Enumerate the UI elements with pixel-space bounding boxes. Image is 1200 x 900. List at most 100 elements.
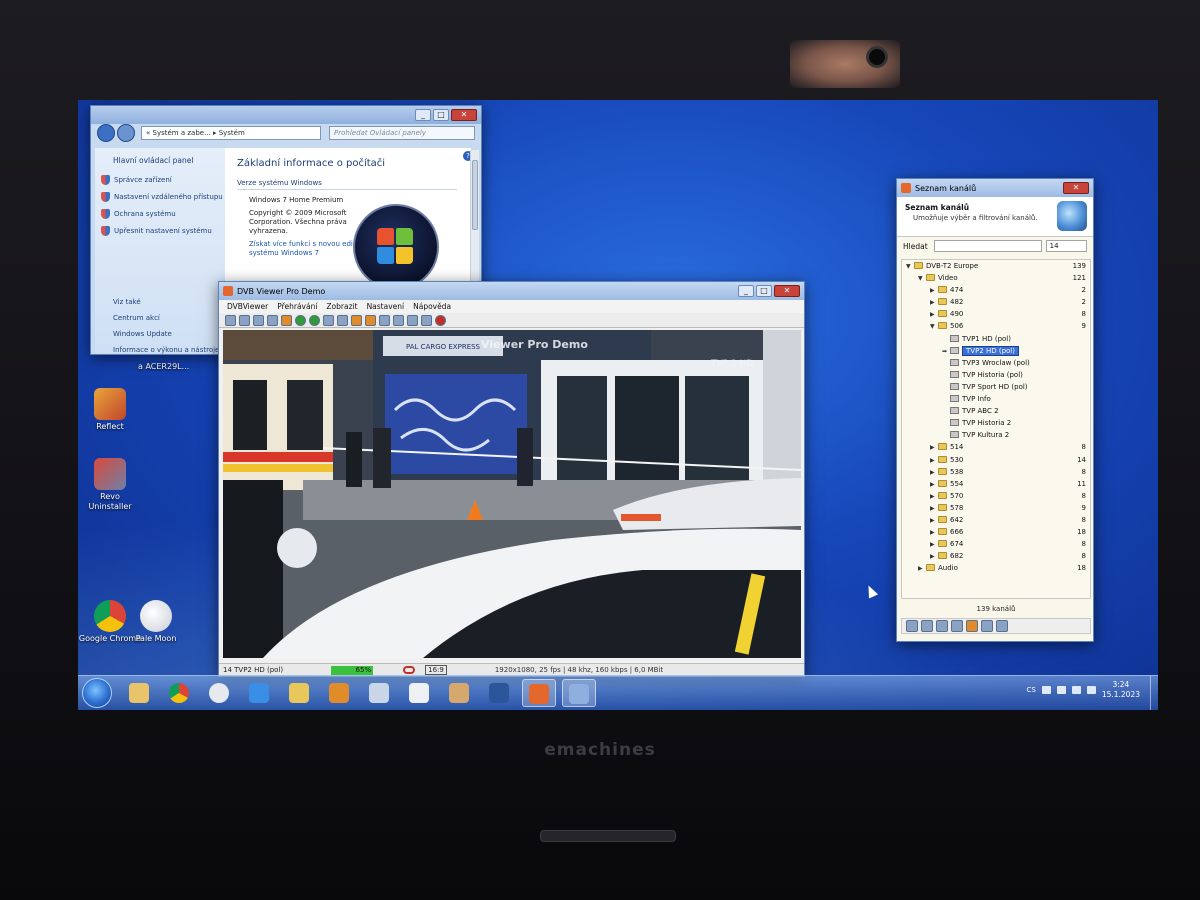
taskbar-item-folder[interactable] xyxy=(282,679,316,707)
start-button[interactable] xyxy=(82,678,112,708)
channel-item[interactable]: TVP3 Wroclaw (pol) xyxy=(902,357,1090,369)
back-icon[interactable] xyxy=(295,314,306,326)
info-icon[interactable] xyxy=(421,314,432,326)
folder-item[interactable]: ▶ 642 8 xyxy=(902,514,1090,526)
menu-settings[interactable]: Nastavení xyxy=(367,302,405,311)
edit-icon[interactable] xyxy=(906,620,918,632)
window-icon[interactable] xyxy=(239,314,250,326)
channel-item[interactable]: TVP ABC 2 xyxy=(902,405,1090,417)
folder-item[interactable]: ▶ 554 11 xyxy=(902,478,1090,490)
channel-item[interactable]: TVP Info xyxy=(902,393,1090,405)
folder-item[interactable]: ▼ 506 9 xyxy=(902,320,1090,332)
folder-item[interactable]: ▼ Video 121 xyxy=(902,272,1090,284)
video-frame[interactable]: PAL CARGO EXPRESS Viewer Pro Demo TVP 2 … xyxy=(223,330,801,658)
language-indicator[interactable]: CS xyxy=(1026,686,1035,694)
refresh-icon[interactable] xyxy=(921,620,933,632)
channel-item[interactable]: ➡ TVP2 HD (pol) xyxy=(902,345,1090,357)
copy-icon[interactable] xyxy=(253,314,264,326)
music-icon[interactable] xyxy=(996,620,1008,632)
desktop-icon-pale-moon[interactable]: Pale Moon xyxy=(124,600,188,644)
add-icon[interactable] xyxy=(951,620,963,632)
folder-item[interactable]: ▶ 578 9 xyxy=(902,502,1090,514)
channel-item[interactable]: TVP Historia 2 xyxy=(902,417,1090,429)
sidebar-item-remote-settings[interactable]: Nastavení vzdáleného přístupu xyxy=(101,192,225,202)
record-icon[interactable] xyxy=(403,666,416,674)
folder-item[interactable]: ▶ 538 8 xyxy=(902,466,1090,478)
address-bar[interactable]: « Systém a zabe... ▸ Systém xyxy=(141,126,321,140)
channel-list-window[interactable]: Seznam kanálů ✕ Seznam kanálů Umožňuje v… xyxy=(896,178,1094,642)
forward-icon[interactable] xyxy=(309,314,320,326)
back-button[interactable] xyxy=(97,124,115,142)
flag-icon[interactable] xyxy=(1056,686,1066,694)
fullscreen-icon[interactable] xyxy=(225,314,236,326)
channel-item[interactable]: TVP Sport HD (pol) xyxy=(902,381,1090,393)
taskbar-item-chrome[interactable] xyxy=(162,679,196,707)
sidebar-item-advanced-settings[interactable]: Upřesnit nastavení systému xyxy=(101,226,225,236)
search-input[interactable]: Prohledat Ovládací panely xyxy=(329,126,475,140)
folder-item[interactable]: ▶ 482 2 xyxy=(902,296,1090,308)
taskbar-item-pale-moon[interactable] xyxy=(202,679,236,707)
folder-item[interactable]: ▶ 682 8 xyxy=(902,550,1090,562)
desktop-icon-reflect[interactable]: Reflect xyxy=(78,388,142,432)
close-button[interactable]: ✕ xyxy=(774,285,800,297)
tv-icon[interactable] xyxy=(981,620,993,632)
channel-item[interactable]: TVP1 HD (pol) xyxy=(902,333,1090,345)
dvb-viewer-window[interactable]: DVB Viewer Pro Demo _ □ ✕ DVBViewer Přeh… xyxy=(218,281,805,677)
taskbar-item-paint[interactable] xyxy=(442,679,476,707)
folder-item[interactable]: ▶ 570 8 xyxy=(902,490,1090,502)
collapsed-arrow-icon[interactable]: ▶ xyxy=(918,563,926,575)
see-also-action-center[interactable]: Centrum akcí xyxy=(113,314,225,322)
snapshot-icon[interactable] xyxy=(407,314,418,326)
clock[interactable]: 3:24 15.1.2023 xyxy=(1102,680,1140,700)
aspect-ratio[interactable]: 16:9 xyxy=(425,665,447,675)
see-also-windows-update[interactable]: Windows Update xyxy=(113,330,225,338)
taskbar-item-word[interactable] xyxy=(482,679,516,707)
minimize-button[interactable]: _ xyxy=(738,285,754,297)
sidebar-item-device-manager[interactable]: Správce zařízení xyxy=(101,175,225,185)
volume-icon[interactable] xyxy=(1086,686,1096,694)
folder-item[interactable]: ▶ 666 18 xyxy=(902,526,1090,538)
channel-list-titlebar[interactable]: Seznam kanálů ✕ xyxy=(897,179,1093,197)
sidebar-item-system-protection[interactable]: Ochrana systému xyxy=(101,209,225,219)
menu-playback[interactable]: Přehrávání xyxy=(277,302,317,311)
sidebar-home-link[interactable]: Hlavní ovládací panel xyxy=(113,156,225,165)
menu-dvbviewer[interactable]: DVBViewer xyxy=(227,302,268,311)
volume-down-icon[interactable] xyxy=(351,314,362,326)
menu-help[interactable]: Nápověda xyxy=(413,302,451,311)
folder-item[interactable]: ▶ 474 2 xyxy=(902,284,1090,296)
folder-item[interactable]: ▶ 490 8 xyxy=(902,308,1090,320)
volume-up-icon[interactable] xyxy=(365,314,376,326)
channel-down-icon[interactable] xyxy=(337,314,348,326)
desktop-icon-revo[interactable]: Revo Uninstaller xyxy=(78,458,142,512)
control-panel-titlebar[interactable]: _ □ ✕ xyxy=(91,106,481,124)
see-also-performance[interactable]: Informace o výkonu a nástroje xyxy=(113,346,225,354)
forward-button[interactable] xyxy=(117,124,135,142)
folder-item[interactable]: ▶ 514 8 xyxy=(902,441,1090,453)
taskbar-item-app[interactable] xyxy=(362,679,396,707)
epg-icon[interactable] xyxy=(393,314,404,326)
network-icon[interactable] xyxy=(1041,686,1051,694)
show-desktop-button[interactable] xyxy=(1150,676,1158,710)
menu-view[interactable]: Zobrazit xyxy=(326,302,357,311)
maximize-button[interactable]: □ xyxy=(433,109,449,121)
minimize-button[interactable]: _ xyxy=(415,109,431,121)
favorite-icon[interactable] xyxy=(966,620,978,632)
close-button[interactable]: ✕ xyxy=(1063,182,1089,194)
timer-icon[interactable] xyxy=(379,314,390,326)
list-icon[interactable] xyxy=(267,314,278,326)
signal-icon[interactable] xyxy=(1071,686,1081,694)
folder-item[interactable]: ▶ 674 8 xyxy=(902,538,1090,550)
maximize-button[interactable]: □ xyxy=(756,285,772,297)
folder-item[interactable]: ▼ DVB-T2 Europe 139 xyxy=(902,260,1090,272)
folder-item[interactable]: ▶ Audio 18 xyxy=(902,562,1090,574)
taskbar-item-dvbviewer[interactable] xyxy=(522,679,556,707)
dvb-viewer-titlebar[interactable]: DVB Viewer Pro Demo _ □ ✕ xyxy=(219,282,804,300)
taskbar-item-media-player[interactable] xyxy=(322,679,356,707)
search-input[interactable] xyxy=(933,240,1042,252)
channel-up-icon[interactable] xyxy=(323,314,334,326)
taskbar-item-remote-desktop[interactable] xyxy=(562,679,596,707)
channel-item[interactable]: TVP Historia (pol) xyxy=(902,369,1090,381)
folder-item[interactable]: ▶ 530 14 xyxy=(902,454,1090,466)
upgrade-link[interactable]: Získat více funkcí s novou edicí systému… xyxy=(249,240,359,258)
channel-item[interactable]: TVP Kultura 2 xyxy=(902,429,1090,441)
